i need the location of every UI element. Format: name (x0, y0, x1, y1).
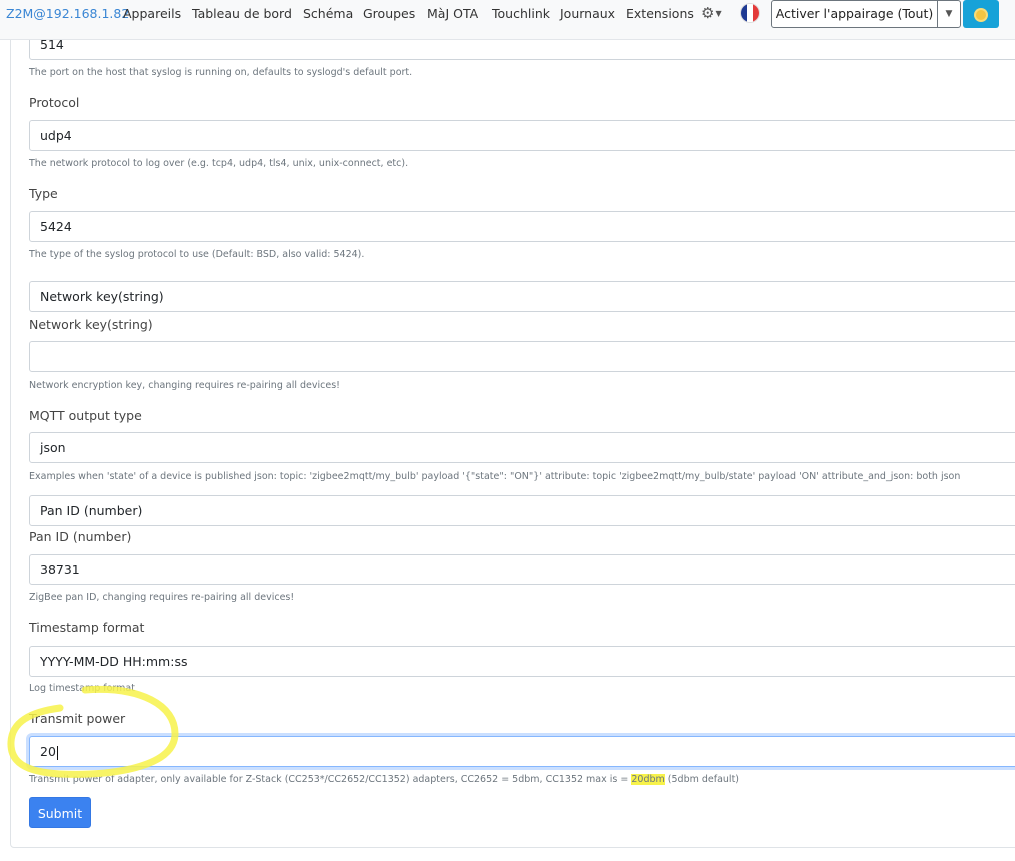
french-flag-icon[interactable] (741, 4, 759, 22)
protocol-input[interactable]: udp4 (29, 120, 1015, 151)
submit-button[interactable]: Submit (29, 797, 91, 828)
brand-link[interactable]: Z2M@192.168.1.82 (6, 5, 129, 23)
sun-icon (976, 9, 986, 20)
timestamp-label: Timestamp format (29, 620, 145, 635)
settings-dropdown[interactable]: ⚙▼ (701, 4, 722, 23)
permit-join-dropdown-toggle[interactable]: ▼ (937, 0, 961, 28)
nav-extensions[interactable]: Extensions (626, 5, 694, 23)
timestamp-help: Log timestamp format (29, 683, 135, 694)
nav-ota[interactable]: MàJ OTA (427, 5, 478, 23)
network-key-help: Network encryption key, changing require… (29, 380, 340, 391)
gear-icon: ⚙ (701, 4, 715, 22)
pan-id-input[interactable]: 38731 (29, 554, 1015, 585)
type-label: Type (29, 186, 58, 201)
mqtt-output-help: Examples when 'state' of a device is pub… (29, 471, 961, 482)
protocol-help: The network protocol to log over (e.g. t… (29, 158, 409, 169)
pan-id-help: ZigBee pan ID, changing requires re-pair… (29, 592, 295, 603)
chevron-down-icon: ▼ (945, 9, 953, 19)
protocol-label: Protocol (29, 95, 80, 110)
pan-id-type-select[interactable]: Pan ID (number) (29, 495, 1015, 526)
nav-map[interactable]: Schéma (303, 5, 353, 23)
network-key-input[interactable] (29, 341, 1015, 372)
network-key-label: Network key(string) (29, 317, 153, 332)
syslog-port-help: The port on the host that syslog is runn… (29, 67, 413, 78)
nav-groups[interactable]: Groupes (363, 5, 415, 23)
pan-id-label: Pan ID (number) (29, 529, 132, 544)
top-navbar: Z2M@192.168.1.82 Appareils Tableau de bo… (0, 0, 1015, 40)
nav-touchlink[interactable]: Touchlink (492, 5, 550, 23)
transmit-power-help-suffix: (5dbm default) (664, 774, 740, 785)
timestamp-input[interactable]: YYYY-MM-DD HH:mm:ss (29, 646, 1015, 677)
mqtt-output-input[interactable]: json (29, 432, 1015, 463)
mqtt-output-label: MQTT output type (29, 408, 142, 423)
transmit-power-label: Transmit power (29, 711, 126, 726)
theme-toggle-button[interactable] (963, 0, 999, 28)
nav-logs[interactable]: Journaux (560, 5, 615, 23)
transmit-power-value: 20 (40, 744, 56, 759)
permit-join-button[interactable]: Activer l'appairage (Tout) (771, 0, 938, 28)
text-cursor (56, 745, 58, 760)
transmit-power-help-text: Transmit power of adapter, only availabl… (29, 774, 632, 785)
chevron-down-icon: ▼ (715, 8, 722, 18)
highlighted-max-power: 20dbm (631, 774, 665, 785)
nav-devices[interactable]: Appareils (123, 5, 181, 23)
transmit-power-help: Transmit power of adapter, only availabl… (29, 773, 739, 786)
type-help: The type of the syslog protocol to use (… (29, 249, 365, 260)
type-input[interactable]: 5424 (29, 211, 1015, 242)
transmit-power-input[interactable]: 20 (29, 736, 1015, 767)
nav-dashboard[interactable]: Tableau de bord (192, 5, 292, 23)
network-key-type-select[interactable]: Network key(string) (29, 281, 1015, 312)
